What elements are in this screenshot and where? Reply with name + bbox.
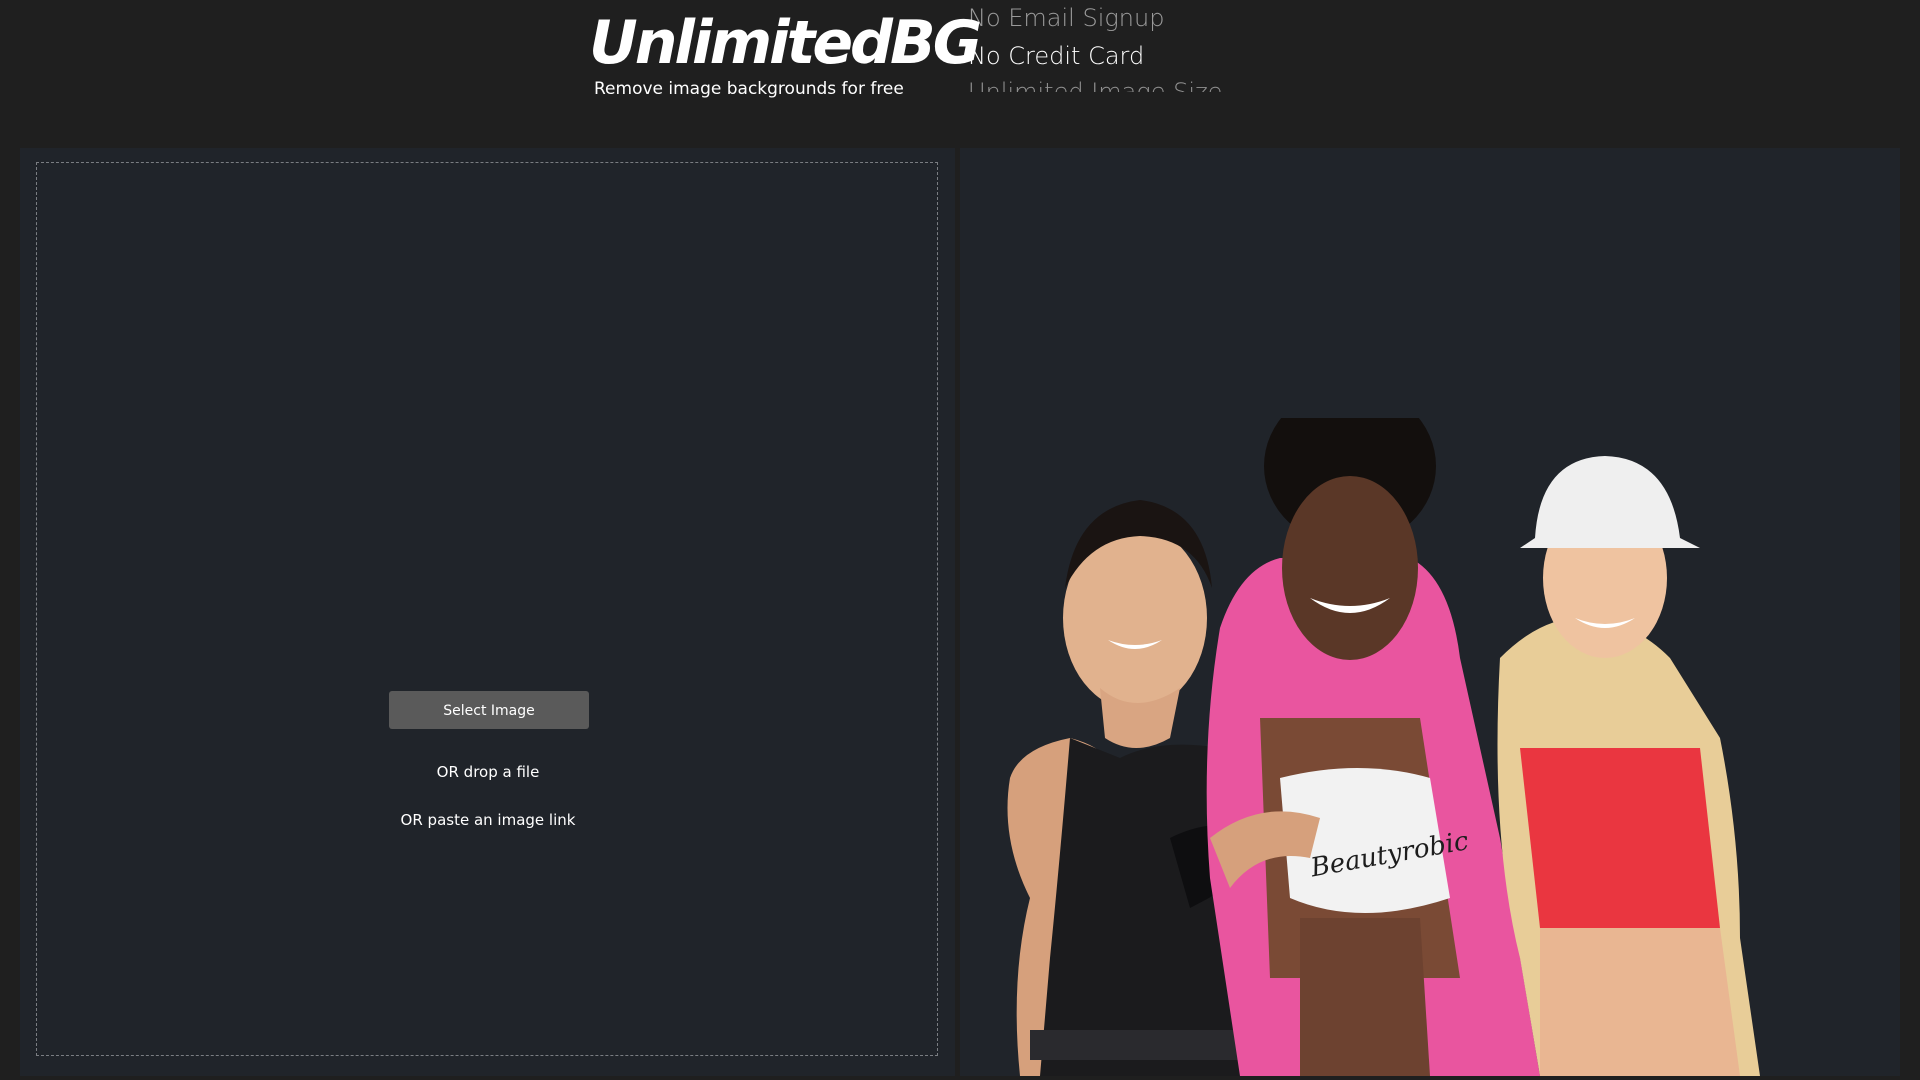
site-header: UnlimitedBG Remove image backgrounds for… [0,0,1920,140]
person-middle: Beautyrobic [1206,418,1540,1076]
person-right [1497,456,1760,1076]
dropzone[interactable]: Select Image OR drop a file OR paste an … [36,162,938,1056]
site-logo[interactable]: UnlimitedBG [589,8,982,78]
select-image-button[interactable]: Select Image [389,691,589,729]
feature-item: Unlimited Image Size [968,78,1223,92]
drop-file-text: OR drop a file [436,763,540,781]
feature-ticker: No Email Signup No Credit Card Unlimited… [968,0,1248,92]
example-result-image: Beautyrobic [1007,418,1760,1076]
preview-panel: Beautyrobic [960,148,1900,1076]
paste-link-text: OR paste an image link [400,811,576,829]
feature-item: No Email Signup [968,4,1165,32]
upload-panel: Select Image OR drop a file OR paste an … [20,148,955,1076]
feature-item: No Credit Card [968,42,1145,70]
site-tagline: Remove image backgrounds for free [594,79,904,99]
